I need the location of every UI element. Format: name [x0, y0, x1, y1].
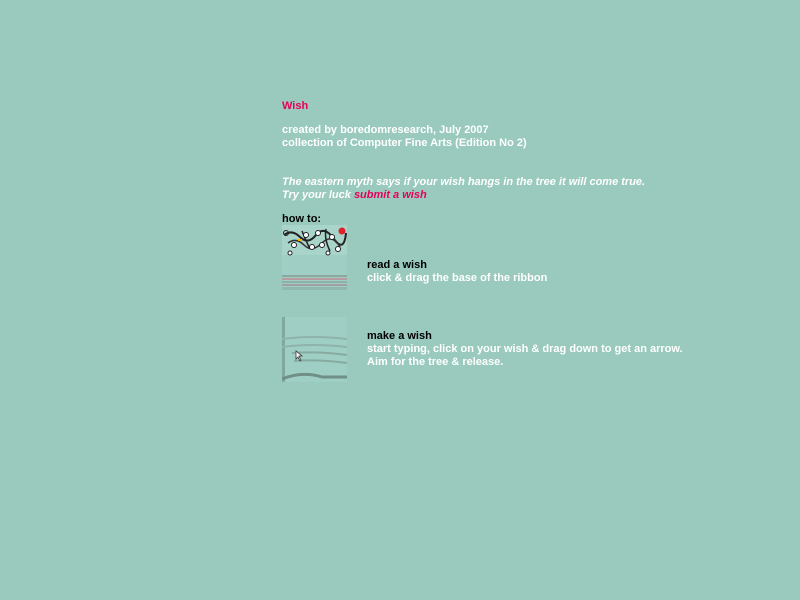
make-wish-heading: make a wish [367, 330, 432, 342]
tree-ribbon-thumbnail [282, 225, 347, 290]
page-title: Wish [282, 100, 309, 112]
cursor-icon [282, 317, 347, 382]
try-luck-line: Try your luck submit a wish [282, 189, 645, 202]
arrow-cursor-thumbnail [282, 317, 347, 382]
submit-wish-link[interactable]: submit a wish [354, 189, 427, 201]
myth-text: The eastern myth says if your wish hangs… [282, 176, 645, 202]
try-luck-text: Try your luck [282, 189, 354, 201]
read-wish-step: read a wish click & drag the base of the… [367, 259, 547, 285]
read-wish-instruction: click & drag the base of the ribbon [367, 272, 548, 284]
credits: created by boredomresearch, July 2007 co… [282, 124, 527, 150]
credits-author: created by boredomresearch, July 2007 [282, 124, 489, 136]
myth-line: The eastern myth says if your wish hangs… [282, 176, 646, 188]
credits-collection: collection of Computer Fine Arts (Editio… [282, 137, 527, 149]
make-wish-instruction-1: start typing, click on your wish & drag … [367, 343, 683, 355]
make-wish-instruction-2: Aim for the tree & release. [367, 356, 504, 368]
read-wish-heading: read a wish [367, 259, 427, 271]
tree-ribbon-icon [282, 225, 347, 290]
make-wish-step: make a wish start typing, click on your … [367, 330, 683, 369]
